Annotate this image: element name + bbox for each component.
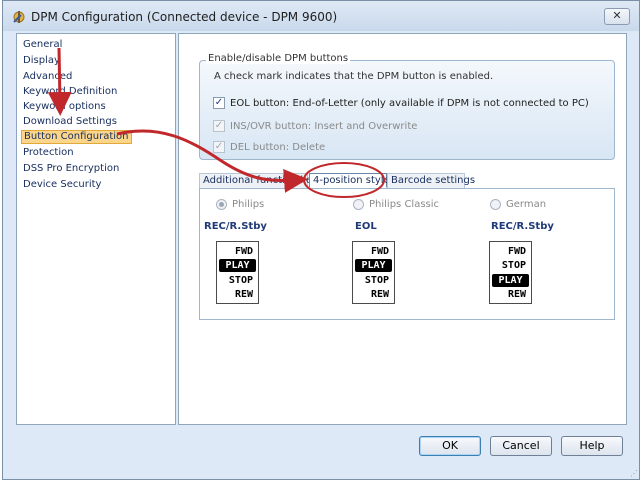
philips-mode-title: REC/R.Stby (204, 221, 267, 232)
groupbox-description: A check mark indicates that the DPM butt… (214, 71, 494, 82)
position-label: FWD (234, 246, 253, 257)
position-label: REW (370, 289, 389, 300)
cancel-button[interactable]: Cancel (490, 436, 552, 456)
del-checkbox: ✓ (213, 141, 225, 153)
german-mode-title: REC/R.Stby (491, 221, 554, 232)
radio-philips-classic-label: Philips Classic (369, 199, 440, 210)
settings-app-icon (13, 11, 25, 23)
sidebar-item-advanced[interactable]: Advanced (21, 71, 74, 85)
position-label: STOP (228, 275, 253, 286)
sidebar-item-download-settings[interactable]: Download Settings (21, 116, 119, 130)
position-label: STOP (501, 260, 526, 271)
help-button[interactable]: Help (561, 436, 623, 456)
style-option-philips-classic: Philips Classic (353, 198, 439, 211)
del-checkbox-label: DEL button: Delete (230, 141, 326, 153)
position-label-active: PLAY (492, 274, 529, 287)
settings-category-list: General Display Advanced Keyword Definit… (16, 33, 176, 425)
radio-philips-label: Philips (232, 199, 265, 210)
philips-classic-mode-title: EOL (355, 221, 377, 232)
checkmark-icon: ✓ (214, 97, 224, 108)
ins-ovr-button-option: ✓ INS/OVR button: Insert and Overwrite (213, 119, 417, 133)
checkmark-icon: ✓ (214, 141, 224, 152)
sidebar-item-keyword-definition[interactable]: Keyword Definition (21, 86, 119, 100)
position-label-active: PLAY (355, 259, 392, 272)
sidebar-item-keyword-options[interactable]: Keyword options (21, 101, 108, 115)
style-option-philips: Philips (216, 198, 264, 211)
checkmark-icon: ✓ (214, 120, 224, 131)
ok-button[interactable]: OK (419, 436, 481, 456)
radio-philips-classic (353, 199, 364, 210)
radio-german-label: German (506, 199, 547, 210)
eol-checkbox[interactable]: ✓ (213, 97, 225, 109)
tab-barcode-settings[interactable]: Barcode settings (387, 173, 475, 188)
tab-4-position-style[interactable]: 4-position style (309, 173, 390, 188)
tab-additional-function-key[interactable]: Additional function key (199, 173, 318, 188)
position-label-active: PLAY (219, 259, 256, 272)
radio-philips (216, 199, 227, 210)
window-title: DPM Configuration (Connected device - DP… (31, 10, 338, 24)
position-label: FWD (507, 246, 526, 257)
sidebar-item-button-configuration[interactable]: Button Configuration (21, 130, 132, 144)
groupbox-legend: Enable/disable DPM buttons (206, 53, 351, 64)
position-label: FWD (370, 246, 389, 257)
title-bar[interactable]: DPM Configuration (Connected device - DP… (3, 1, 639, 31)
radio-german (490, 199, 501, 210)
sidebar-item-protection[interactable]: Protection (21, 147, 76, 161)
position-label: STOP (364, 275, 389, 286)
position-label: REW (234, 289, 253, 300)
sidebar-item-device-security[interactable]: Device Security (21, 179, 103, 193)
ins-ovr-checkbox-label: INS/OVR button: Insert and Overwrite (230, 120, 418, 132)
resize-grip-icon[interactable]: ⋰ (630, 469, 638, 478)
position-label: REW (507, 289, 526, 300)
sidebar-item-display[interactable]: Display (21, 55, 62, 69)
sidebar-item-general[interactable]: General (21, 39, 64, 53)
style-option-german: German (490, 198, 546, 211)
eol-button-option[interactable]: ✓ EOL button: End-of-Letter (only availa… (213, 96, 589, 110)
philips-classic-slider-diagram: FWD PLAY STOP REW (352, 241, 395, 304)
ins-ovr-checkbox: ✓ (213, 120, 225, 132)
german-slider-diagram: FWD STOP PLAY REW (489, 241, 532, 304)
sidebar-item-dss-pro-encryption[interactable]: DSS Pro Encryption (21, 163, 121, 177)
close-button[interactable]: ✕ (604, 8, 630, 25)
del-button-option: ✓ DEL button: Delete (213, 140, 325, 154)
philips-slider-diagram: FWD PLAY STOP REW (216, 241, 259, 304)
close-icon: ✕ (612, 10, 622, 22)
eol-checkbox-label: EOL button: End-of-Letter (only availabl… (230, 97, 589, 109)
